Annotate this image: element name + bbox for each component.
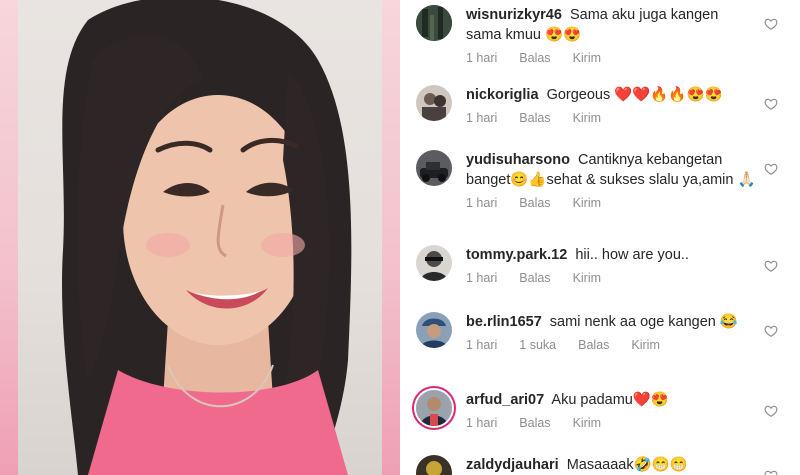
comment-text: arfud_ari07 Aku padamu❤️😍 — [466, 390, 756, 410]
heart-outline-icon[interactable] — [764, 97, 778, 111]
photo-frame — [0, 0, 400, 475]
reply-button[interactable]: Balas — [519, 51, 550, 65]
comment-meta: 1 hari Balas Kirim — [466, 271, 756, 285]
comments-pane: wisnurizkyr46 Sama aku juga kangen sama … — [400, 0, 800, 475]
comment-body: zaldydjauhari Masaaaak🤣😁😁 — [466, 455, 756, 475]
avatar[interactable] — [416, 150, 452, 186]
comment-username[interactable]: nickoriglia — [466, 87, 539, 103]
comment-meta: 1 hari Balas Kirim — [466, 111, 756, 125]
comment-text: yudisuharsono Cantiknya kebangetan bange… — [466, 150, 756, 190]
send-button[interactable]: Kirim — [573, 51, 601, 65]
comment-meta: 1 hari Balas Kirim — [466, 196, 756, 210]
avatar[interactable] — [416, 390, 452, 426]
comment-body: tommy.park.12 hii.. how are you.. 1 hari… — [466, 245, 756, 285]
heart-outline-icon[interactable] — [764, 162, 778, 176]
comment-time: 1 hari — [466, 271, 498, 285]
send-button[interactable]: Kirim — [573, 196, 601, 210]
send-button[interactable]: Kirim — [631, 338, 659, 352]
reply-button[interactable]: Balas — [578, 338, 609, 352]
reply-button[interactable]: Balas — [519, 196, 550, 210]
comment-body: nickoriglia Gorgeous ❤️❤️🔥🔥😍😍 1 hari Bal… — [466, 85, 756, 125]
heart-outline-icon[interactable] — [764, 17, 778, 31]
comment-time: 1 hari — [466, 416, 498, 430]
comment-username[interactable]: wisnurizkyr46 — [466, 7, 562, 23]
comment-username[interactable]: yudisuharsono — [466, 152, 570, 168]
like-count[interactable]: 1 suka — [519, 338, 556, 352]
reply-button[interactable]: Balas — [519, 111, 550, 125]
comment-text: be.rlin1657 sami nenk aa oge kangen 😂 — [466, 312, 756, 332]
comment-body: arfud_ari07 Aku padamu❤️😍 1 hari Balas K… — [466, 390, 756, 430]
heart-outline-icon[interactable] — [764, 259, 778, 273]
heart-outline-icon[interactable] — [764, 469, 778, 475]
comment-body: be.rlin1657 sami nenk aa oge kangen 😂 1 … — [466, 312, 756, 352]
avatar[interactable] — [416, 245, 452, 281]
send-button[interactable]: Kirim — [573, 271, 601, 285]
comment-text: tommy.park.12 hii.. how are you.. — [466, 245, 756, 265]
comment-text: nickoriglia Gorgeous ❤️❤️🔥🔥😍😍 — [466, 85, 756, 105]
comment-time: 1 hari — [466, 111, 498, 125]
avatar[interactable] — [416, 5, 452, 41]
comment-text: zaldydjauhari Masaaaak🤣😁😁 — [466, 455, 756, 475]
comment-time: 1 hari — [466, 51, 498, 65]
comment-body: wisnurizkyr46 Sama aku juga kangen sama … — [466, 5, 756, 65]
post-photo — [18, 0, 382, 475]
comment-message: sami nenk aa oge kangen 😂 — [549, 314, 738, 330]
comment-message: Aku padamu❤️😍 — [551, 392, 669, 408]
send-button[interactable]: Kirim — [573, 111, 601, 125]
reply-button[interactable]: Balas — [519, 271, 550, 285]
comment-username[interactable]: tommy.park.12 — [466, 247, 567, 263]
avatar[interactable] — [416, 455, 452, 475]
comment-username[interactable]: zaldydjauhari — [466, 457, 559, 473]
comment-body: yudisuharsono Cantiknya kebangetan bange… — [466, 150, 756, 210]
comment-meta: 1 hari Balas Kirim — [466, 416, 756, 430]
comment-meta: 1 hari 1 suka Balas Kirim — [466, 338, 756, 352]
portrait-illustration — [62, 0, 352, 475]
comment-text: wisnurizkyr46 Sama aku juga kangen sama … — [466, 5, 756, 45]
avatar[interactable] — [416, 312, 452, 348]
reply-button[interactable]: Balas — [519, 416, 550, 430]
comment-time: 1 hari — [466, 338, 498, 352]
comment-message: Gorgeous ❤️❤️🔥🔥😍😍 — [546, 87, 723, 103]
heart-outline-icon[interactable] — [764, 324, 778, 338]
comment-time: 1 hari — [466, 196, 498, 210]
comment-message: hii.. how are you.. — [575, 247, 689, 263]
send-button[interactable]: Kirim — [573, 416, 601, 430]
comment-username[interactable]: arfud_ari07 — [466, 392, 544, 408]
heart-outline-icon[interactable] — [764, 404, 778, 418]
comment-message: Masaaaak🤣😁😁 — [566, 457, 688, 473]
comment-username[interactable]: be.rlin1657 — [466, 314, 542, 330]
avatar[interactable] — [416, 85, 452, 121]
comment-meta: 1 hari Balas Kirim — [466, 51, 756, 65]
